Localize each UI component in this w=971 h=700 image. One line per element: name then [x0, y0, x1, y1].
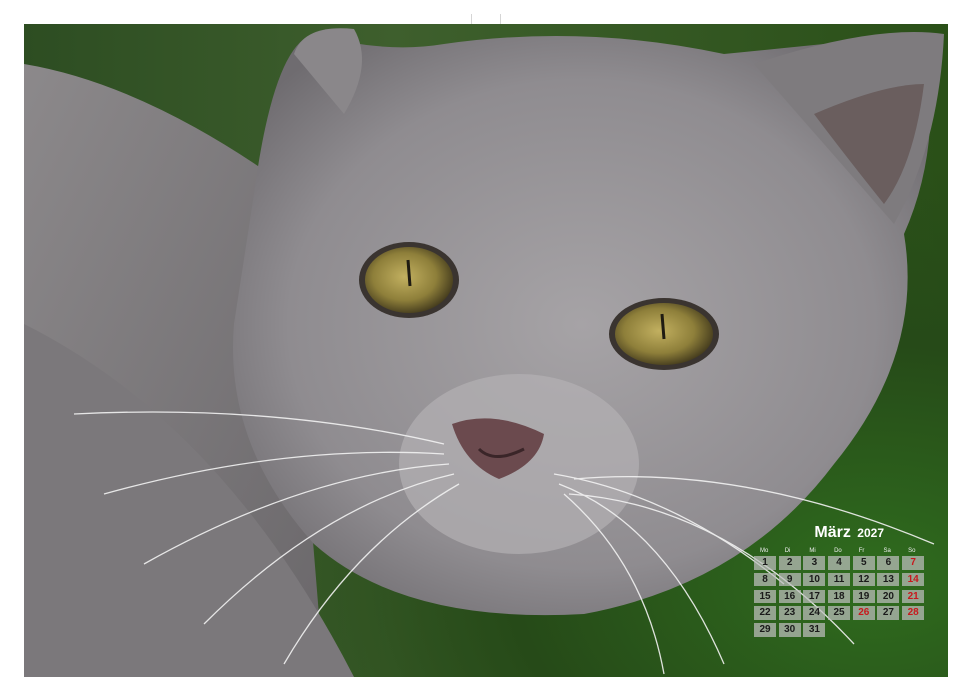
- calendar-day: 8: [754, 572, 776, 587]
- calendar-day: 31: [803, 623, 826, 637]
- calendar-day: 9: [778, 572, 801, 587]
- calendar-day: 3: [803, 556, 826, 570]
- calendar-day: 29: [754, 623, 776, 637]
- calendar-grid: 1 2 3 4 5 6 7 8 9 10 11 12 13 14 15 16 17 18 19 20 21 22 23 24 2…: [754, 556, 928, 637]
- calendar-empty-cell: [902, 623, 924, 637]
- weekday-header: Mo Di Mi Do Fr Sa So: [754, 546, 928, 556]
- calendar-day: 28: [902, 606, 925, 620]
- calendar-empty-cell: [828, 623, 850, 637]
- calendar-day: 14: [902, 572, 925, 587]
- calendar-day: 30: [778, 623, 801, 637]
- calendar-month: März: [814, 524, 851, 541]
- calendar-day: 22: [754, 606, 776, 620]
- calendar-day: 4: [828, 556, 851, 570]
- calendar-empty-cell: [877, 623, 899, 637]
- calendar-day: 13: [877, 572, 900, 587]
- weekday-label: Mi: [809, 548, 816, 554]
- calendar-day: 18: [828, 589, 851, 604]
- calendar-day: 20: [877, 589, 900, 604]
- calendar-empty-cell: [853, 623, 875, 637]
- calendar-day: 10: [803, 572, 826, 587]
- weekday-label: So: [908, 548, 916, 554]
- calendar-day: 21: [902, 589, 925, 604]
- weekday-label: Mo: [760, 548, 769, 554]
- calendar-day: 12: [852, 572, 875, 587]
- weekday-label: Do: [834, 548, 842, 554]
- calendar-day: 25: [828, 606, 851, 620]
- calendar-day: 6: [877, 556, 900, 570]
- calendar-day: 23: [778, 606, 801, 620]
- calendar-year: 2027: [857, 526, 884, 540]
- calendar-day: 27: [877, 606, 900, 620]
- calendar-day: 11: [828, 572, 851, 587]
- calendar-day: 5: [852, 556, 875, 570]
- calendar-day: 24: [803, 606, 826, 620]
- calendar-day: 16: [778, 589, 801, 604]
- calendar-day: 7: [902, 556, 925, 570]
- calendar-day: 2: [778, 556, 801, 570]
- calendar-day: 17: [803, 589, 826, 604]
- calendar-day: 1: [754, 556, 776, 570]
- calendar-day: 15: [754, 589, 776, 604]
- calendar-day: 26: [852, 606, 875, 620]
- weekday-label: Sa: [883, 548, 891, 554]
- wire-binding: [0, 0, 971, 37]
- calendar: März 2027 Mo Di Mi Do Fr Sa So 123456789…: [752, 524, 928, 637]
- weekday-label: Di: [784, 548, 791, 554]
- calendar-day: 19: [852, 589, 875, 604]
- calendar-title: März 2027: [752, 524, 884, 542]
- weekday-label: Fr: [858, 548, 865, 554]
